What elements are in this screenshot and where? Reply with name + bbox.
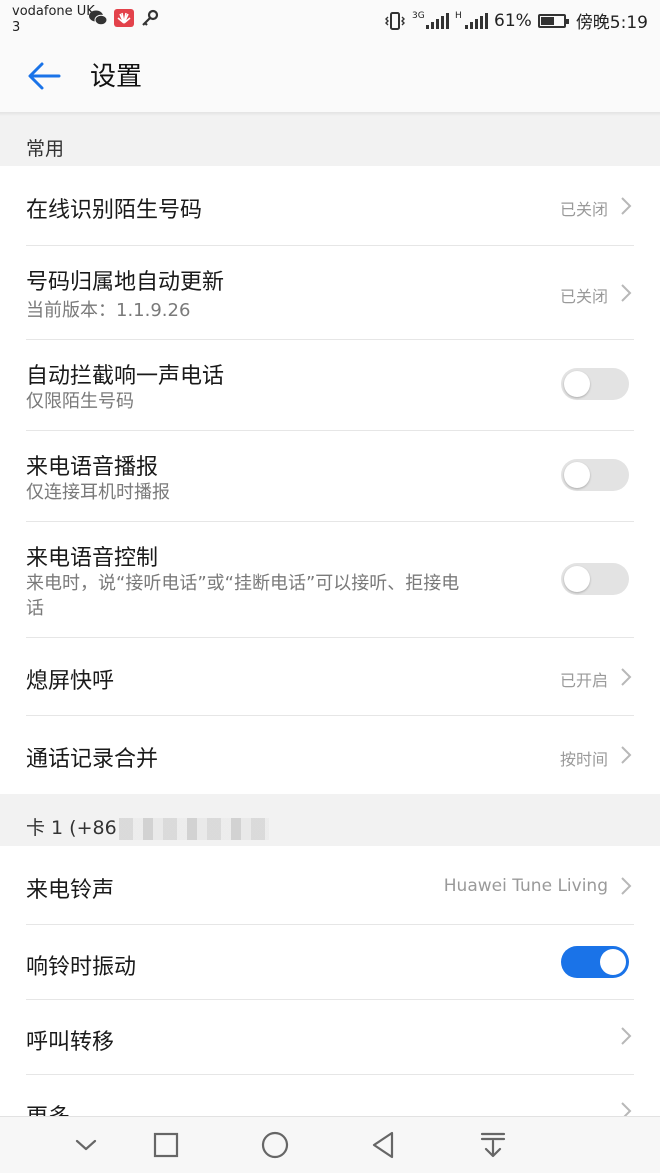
chevron-right-icon xyxy=(621,746,632,764)
row-subtitle: 仅限陌生号码 xyxy=(26,391,134,412)
carrier-label: vodafone UK 3 xyxy=(12,4,95,36)
row-title: 更多 xyxy=(26,1099,70,1116)
row-value: Huawei Tune Living xyxy=(443,876,608,896)
back-arrow-icon[interactable] xyxy=(26,60,62,92)
signal-icon xyxy=(465,12,489,29)
app-bar: 设置 xyxy=(0,40,660,112)
voice-control-toggle[interactable] xyxy=(561,563,629,595)
row-location-update[interactable]: 号码归属地自动更新 当前版本：1.1.9.26 已关闭 xyxy=(0,246,660,339)
chevron-down-icon[interactable] xyxy=(70,1129,102,1161)
signal-2: H xyxy=(455,10,489,29)
row-ringtone[interactable]: 来电铃声 Huawei Tune Living xyxy=(0,846,660,924)
row-title: 呼叫转移 xyxy=(26,1030,115,1055)
row-title: 在线识别陌生号码 xyxy=(26,198,203,223)
toggle-knob xyxy=(600,949,626,975)
row-value: 已关闭 xyxy=(559,287,608,306)
row-vibrate-ring: 响铃时振动 xyxy=(0,925,660,999)
row-title: 通话记录合并 xyxy=(26,747,159,772)
status-right: 3G H 61% 傍晚5:19 xyxy=(384,8,648,33)
battery-percent: 61% xyxy=(494,10,532,31)
row-title: 自动拦截响一声电话 xyxy=(26,364,225,389)
section-label: 常用 xyxy=(26,138,65,160)
row-more[interactable]: 更多 xyxy=(0,1075,660,1116)
battery-icon xyxy=(537,13,569,28)
row-quick-call[interactable]: 熄屏快呼 已开启 xyxy=(0,638,660,715)
redacted-number xyxy=(118,817,269,840)
notification-pull-icon[interactable] xyxy=(477,1129,509,1161)
home-circle-icon[interactable] xyxy=(259,1129,291,1161)
row-voice-announce: 来电语音播报 仅连接耳机时播报 xyxy=(0,431,660,521)
clock: 傍晚5:19 xyxy=(575,13,648,33)
vibrate-ring-toggle[interactable] xyxy=(561,946,629,978)
row-value: 已开启 xyxy=(559,671,608,690)
toggle-knob xyxy=(564,566,590,592)
toggle-knob xyxy=(564,462,590,488)
row-title: 来电语音控制 xyxy=(26,546,159,571)
page-title: 设置 xyxy=(90,62,143,92)
status-bar: vodafone UK 3 3G H 61% 傍晚5:19 xyxy=(0,0,660,40)
carrier-name: vodafone UK xyxy=(12,4,95,19)
settings-screen: vodafone UK 3 3G H 61% 傍晚5:19 设置 常用 在线识别… xyxy=(0,0,660,1173)
back-triangle-icon[interactable] xyxy=(368,1129,400,1161)
row-title: 熄屏快呼 xyxy=(26,669,115,694)
network-label-2: H xyxy=(455,10,462,21)
signal-1: 3G xyxy=(412,10,450,29)
navigation-bar xyxy=(0,1116,660,1173)
row-subtitle-line2: 话 xyxy=(26,598,44,619)
chevron-right-icon xyxy=(621,197,632,215)
vibrate-icon xyxy=(385,11,406,30)
row-value: 已关闭 xyxy=(559,200,608,219)
network-label-1: 3G xyxy=(412,10,425,21)
chevron-right-icon xyxy=(621,668,632,686)
chevron-right-icon xyxy=(621,284,632,302)
section-header-common: 常用 xyxy=(0,116,660,166)
row-subtitle: 当前版本：1.1.9.26 xyxy=(26,300,191,321)
section-label: 卡 1 (+86 xyxy=(26,817,117,839)
toggle-knob xyxy=(564,371,590,397)
voice-announce-toggle[interactable] xyxy=(561,459,629,491)
row-title: 响铃时振动 xyxy=(26,955,137,980)
huawei-icon xyxy=(114,9,134,27)
section-header-sim1: 卡 1 (+86 xyxy=(0,794,660,846)
row-online-id[interactable]: 在线识别陌生号码 已关闭 xyxy=(0,166,660,245)
recents-square-icon[interactable] xyxy=(150,1129,182,1161)
section-label-sim1: 卡 1 (+86 xyxy=(26,813,269,840)
row-merge-logs[interactable]: 通话记录合并 按时间 xyxy=(0,716,660,794)
row-title: 号码归属地自动更新 xyxy=(26,270,225,295)
key-icon xyxy=(142,9,159,26)
notification-icons xyxy=(88,9,160,27)
row-call-forward[interactable]: 呼叫转移 xyxy=(0,1000,660,1074)
row-voice-control: 来电语音控制 来电时，说“接听电话”或“挂断电话”可以接听、拒接电 话 xyxy=(0,522,660,637)
wechat-icon xyxy=(89,10,108,26)
block-one-ring-toggle[interactable] xyxy=(561,368,629,400)
carrier-sub: 3 xyxy=(12,20,21,35)
row-title: 来电铃声 xyxy=(26,878,115,903)
row-subtitle: 仅连接耳机时播报 xyxy=(26,482,170,503)
battery-fill xyxy=(540,16,555,25)
row-subtitle-line1: 来电时，说“接听电话”或“挂断电话”可以接听、拒接电 xyxy=(26,573,460,594)
chevron-right-icon xyxy=(621,1102,632,1116)
row-value: 按时间 xyxy=(559,750,608,769)
signal-icon xyxy=(426,12,450,29)
chevron-right-icon xyxy=(621,877,632,895)
row-block-one-ring: 自动拦截响一声电话 仅限陌生号码 xyxy=(0,340,660,430)
row-title: 来电语音播报 xyxy=(26,455,159,480)
chevron-right-icon xyxy=(621,1027,632,1045)
